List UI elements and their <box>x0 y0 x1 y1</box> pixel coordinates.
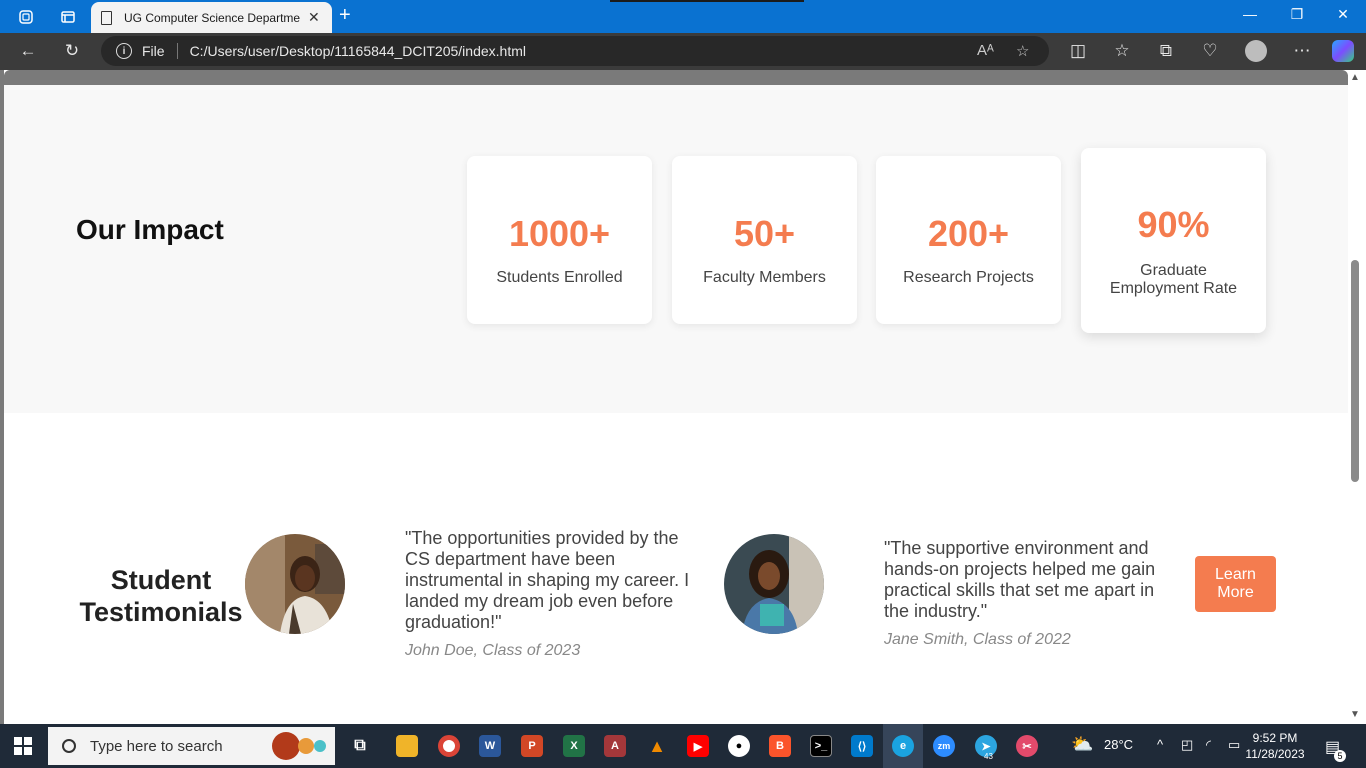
testimonial-author: John Doe, Class of 2023 <box>405 642 581 659</box>
minimize-icon[interactable]: — <box>1235 6 1265 22</box>
url-text[interactable]: C:/Users/user/Desktop/11165844_DCIT205/i… <box>190 43 526 59</box>
impact-section: Our Impact 1000+ Students Enrolled 50+ F… <box>4 85 1348 413</box>
zoom-icon[interactable]: zm <box>933 735 955 757</box>
testimonial-quote: "The opportunities provided by the CS de… <box>405 528 690 632</box>
window-title-indicator <box>610 0 804 2</box>
clock-time: 9:52 PM <box>1252 731 1298 745</box>
url-scheme: File <box>142 43 165 59</box>
browser-essentials-icon[interactable]: ♡ <box>1198 41 1222 61</box>
more-menu-icon[interactable]: ⋯ <box>1290 41 1314 61</box>
terminal-icon[interactable]: >_ <box>810 735 832 757</box>
task-view-icon[interactable]: ⧉ <box>349 735 371 757</box>
stat-number: 90% <box>1137 204 1210 245</box>
youtube-icon[interactable]: ▶ <box>687 735 709 757</box>
show-hidden-icons[interactable]: ^ <box>1157 737 1163 752</box>
copilot-icon[interactable] <box>1332 40 1354 62</box>
brave-icon[interactable]: B <box>769 735 791 757</box>
weather-icon[interactable]: ⛅ <box>1071 734 1093 755</box>
device-icon[interactable]: ◰ <box>1181 737 1193 753</box>
taskbar-clock[interactable]: 9:52 PM 11/28/2023 <box>1244 730 1306 762</box>
snipping-tool-icon[interactable]: ✂ <box>1016 735 1038 757</box>
windows-start-icon[interactable] <box>14 737 32 755</box>
taskbar-search[interactable]: Type here to search <box>48 727 335 765</box>
clock-date: 11/28/2023 <box>1245 747 1305 761</box>
search-icon <box>62 739 76 753</box>
stat-number: 200+ <box>927 213 1010 254</box>
header-bottom-edge <box>4 70 1348 85</box>
powerpoint-icon[interactable]: P <box>521 735 543 757</box>
tab-actions-icon[interactable] <box>58 7 78 27</box>
favorite-star-icon[interactable]: ☆ <box>1016 42 1029 60</box>
stat-label: Graduate Employment Rate <box>1109 262 1238 297</box>
github-icon[interactable]: ● <box>728 735 750 757</box>
tab-title: UG Computer Science Departme <box>124 10 300 25</box>
scroll-down-icon[interactable]: ▼ <box>1350 709 1360 720</box>
access-icon[interactable]: A <box>604 735 626 757</box>
chrome-icon[interactable] <box>438 735 460 757</box>
learn-more-button[interactable]: Learn More <box>1195 556 1276 612</box>
collections-icon[interactable]: ⧉ <box>1154 41 1178 61</box>
address-separator <box>176 43 178 59</box>
browser-tab-strip: UG Computer Science Departme ✕ + — ❐ ✕ <box>0 0 1366 33</box>
student-photo <box>724 534 824 634</box>
back-icon[interactable]: ← <box>16 41 40 61</box>
excel-icon[interactable]: X <box>563 735 585 757</box>
vscode-icon[interactable]: ⟨⟩ <box>851 735 873 757</box>
page-viewport: Our Impact 1000+ Students Enrolled 50+ F… <box>0 70 1366 724</box>
testimonials-heading: Student Testimonials <box>79 565 243 627</box>
search-highlight-icon <box>272 732 326 760</box>
workspaces-icon[interactable] <box>16 7 36 27</box>
impact-heading: Our Impact <box>76 214 224 245</box>
read-aloud-icon[interactable]: Aᴬ <box>977 42 994 59</box>
windows-taskbar: Type here to search ⧉ W P X A ▲ ▶ ● B >_… <box>0 724 1366 768</box>
tab-active[interactable]: UG Computer Science Departme ✕ <box>91 2 332 33</box>
stat-card-hovered: 90% Graduate Employment Rate <box>1081 148 1266 333</box>
stat-number: 50+ <box>733 213 796 254</box>
stat-card: 200+ Research Projects <box>876 156 1061 324</box>
browser-toolbar: ← ↻ i File C:/Users/user/Desktop/1116584… <box>0 33 1366 70</box>
scrollbar-thumb[interactable] <box>1351 260 1359 482</box>
document-icon <box>101 10 112 25</box>
site-info-icon[interactable]: i <box>116 43 132 59</box>
stat-number: 1000+ <box>508 213 611 254</box>
close-tab-icon[interactable]: ✕ <box>308 9 320 26</box>
address-bar[interactable]: i File C:/Users/user/Desktop/11165844_DC… <box>101 36 1049 66</box>
new-tab-icon[interactable]: + <box>339 5 351 25</box>
scroll-up-icon[interactable]: ▲ <box>1350 72 1360 83</box>
split-screen-icon[interactable]: ◫ <box>1066 41 1090 61</box>
stat-card: 50+ Faculty Members <box>672 156 857 324</box>
restore-icon[interactable]: ❐ <box>1282 6 1312 23</box>
wifi-icon[interactable]: ◜ <box>1206 737 1211 753</box>
profile-avatar[interactable] <box>1245 40 1267 62</box>
testimonial-quote: "The supportive environment and hands-on… <box>884 538 1156 621</box>
edge-icon[interactable]: e <box>892 735 914 757</box>
word-icon[interactable]: W <box>479 735 501 757</box>
student-photo <box>245 534 345 634</box>
close-window-icon[interactable]: ✕ <box>1328 6 1358 23</box>
file-explorer-icon[interactable] <box>396 735 418 757</box>
stat-label: Students Enrolled <box>496 269 623 286</box>
favorites-icon[interactable]: ☆ <box>1110 41 1134 61</box>
battery-icon[interactable]: ▭ <box>1228 737 1240 753</box>
vlc-icon[interactable]: ▲ <box>646 735 668 757</box>
page-scrollbar[interactable]: ▲ ▼ <box>1348 70 1366 724</box>
stat-label: Faculty Members <box>703 269 826 286</box>
taskbar-search-placeholder: Type here to search <box>90 737 223 755</box>
testimonials-section: Student Testimonials "The opportunities … <box>4 413 1348 724</box>
stat-label: Research Projects <box>903 269 1034 286</box>
weather-temperature[interactable]: 28°C <box>1104 737 1133 752</box>
testimonial-author: Jane Smith, Class of 2022 <box>884 631 1071 648</box>
telegram-badge: 43 <box>984 752 993 761</box>
stat-card: 1000+ Students Enrolled <box>467 156 652 324</box>
refresh-icon[interactable]: ↻ <box>60 41 84 61</box>
notification-count: 5 <box>1334 750 1346 762</box>
